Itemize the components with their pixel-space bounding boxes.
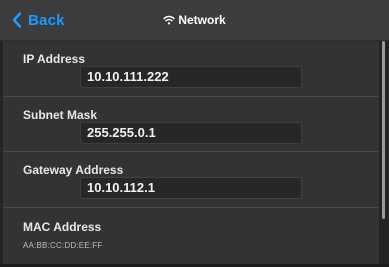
mac-address-label: MAC Address [23,220,102,234]
ip-address-section: IP Address 10.10.111.222 [3,41,379,97]
subnet-mask-field[interactable]: 255.255.0.1 [80,122,302,144]
page-title-group: Network [0,8,389,32]
ip-address-field[interactable]: 10.10.111.222 [80,66,302,88]
page-title: Network [178,13,226,27]
ip-address-label: IP Address [23,52,86,66]
subnet-mask-section: Subnet Mask 255.255.0.1 [3,97,379,152]
gateway-address-field[interactable]: 10.10.112.1 [80,177,302,199]
mac-address-section: MAC Address AA:BB:CC:DD:EE:FF [3,208,379,264]
gateway-address-section: Gateway Address 10.10.112.1 [3,152,379,208]
scroll-thumb[interactable] [382,41,385,219]
header-bar: Back Network [0,0,389,41]
mac-address-value: AA:BB:CC:DD:EE:FF [23,241,103,250]
wifi-icon [163,15,176,25]
network-screen: Back Network IP Address 10.10.111.222 Su… [0,0,389,267]
scrollbar[interactable] [380,41,389,264]
settings-list: IP Address 10.10.111.222 Subnet Mask 255… [3,41,379,264]
subnet-mask-label: Subnet Mask [23,108,98,122]
gateway-address-label: Gateway Address [23,163,124,177]
